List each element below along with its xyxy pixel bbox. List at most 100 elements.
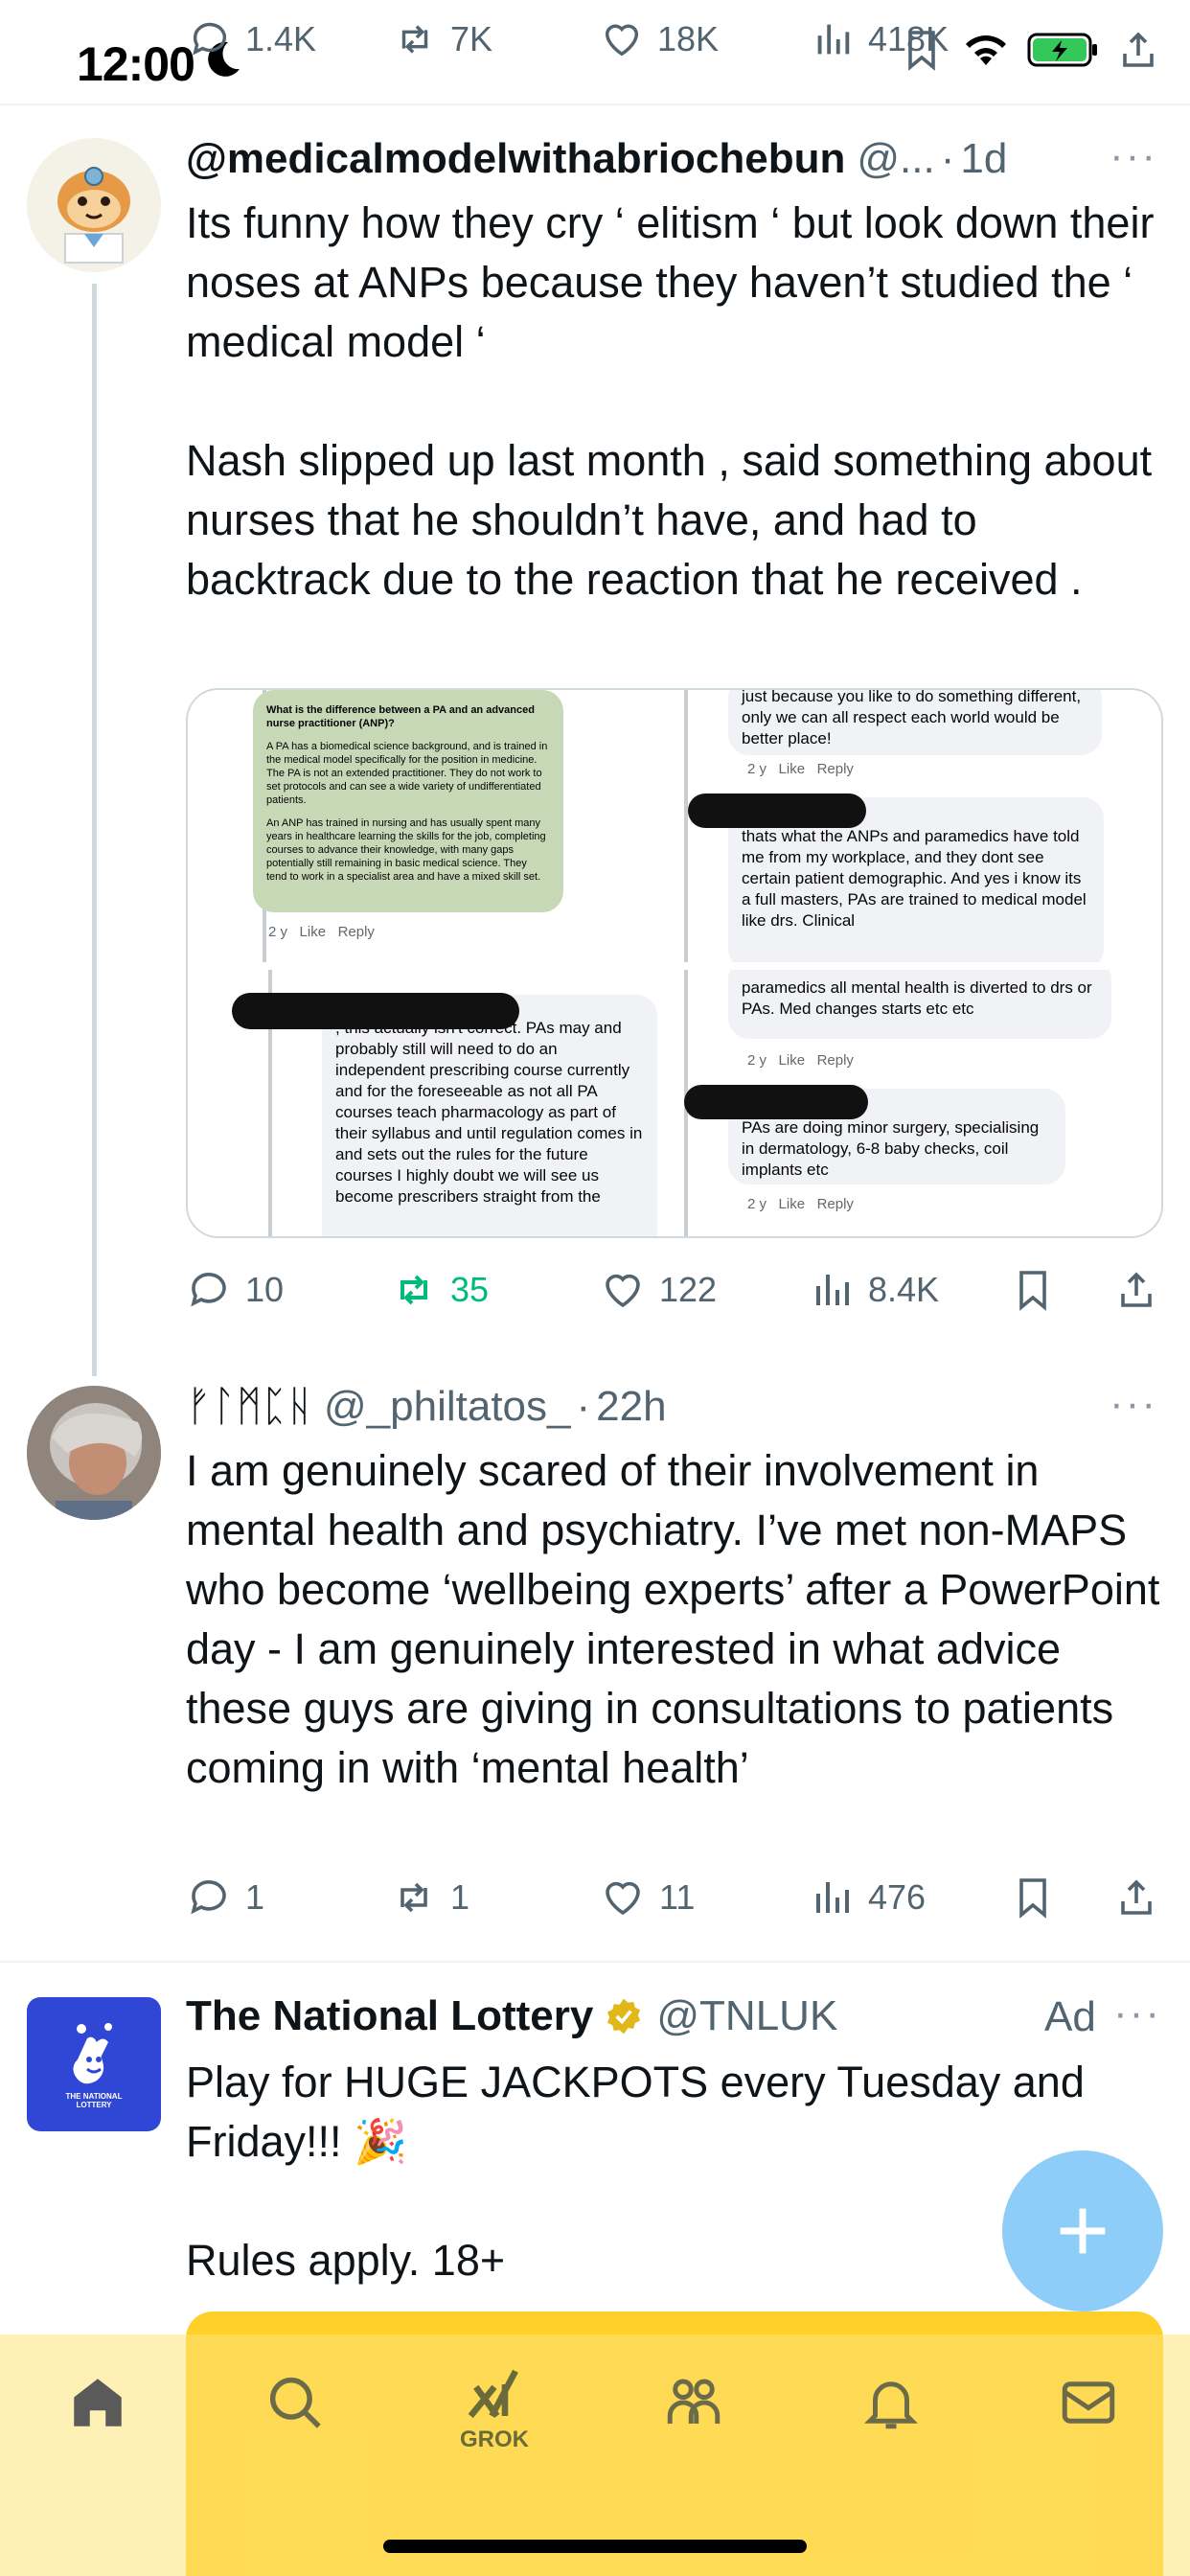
comment-age: 2 y — [747, 1052, 767, 1069]
display-name[interactable]: @medicalmodelwithabriochebun — [186, 132, 845, 186]
share-icon[interactable] — [1115, 27, 1161, 73]
more-options-icon[interactable]: ··· — [1110, 1380, 1157, 1428]
username[interactable]: @TNLUK — [656, 1990, 837, 2043]
tweet-card[interactable]: ᚠᛚᛗᛈᚺ @_philtatos_ · 22h ··· I am genuin… — [0, 1361, 1190, 1955]
views-button[interactable]: 476 — [809, 1874, 926, 1920]
reply-count: 10 — [245, 1270, 285, 1309]
top-like-count[interactable]: 18K — [600, 17, 719, 61]
bell-icon — [864, 2381, 918, 2429]
plus-icon — [1060, 2208, 1106, 2254]
comment-thread-line — [684, 690, 688, 962]
reply-button[interactable]: 10 — [186, 1267, 284, 1313]
promoted-tweet-card[interactable]: THE NATIONAL LOTTERY The National Lotter… — [0, 1965, 1190, 2329]
top-like-value: 18K — [657, 19, 720, 58]
bookmark-button[interactable] — [1010, 1874, 1056, 1920]
like-button[interactable]: 11 — [600, 1874, 695, 1920]
tweet-header: ᚠᛚᛗᛈᚺ @_philtatos_ · 22h — [186, 1380, 1163, 1434]
comment-meta: 2 y Like Reply — [747, 761, 854, 777]
tab-notifications[interactable] — [843, 2371, 939, 2467]
avatar[interactable]: THE NATIONAL LOTTERY — [27, 1997, 161, 2131]
reply-button[interactable]: 1 — [186, 1874, 264, 1920]
username[interactable]: @... — [857, 132, 934, 186]
communities-icon — [667, 2379, 721, 2424]
display-name[interactable]: The National Lottery — [186, 1990, 593, 2043]
reply-count: 1 — [245, 1877, 265, 1917]
bookmark-icon[interactable] — [899, 27, 945, 73]
tweet-media-grid[interactable]: What is the difference between a PA and … — [186, 688, 1163, 1238]
tab-grok[interactable]: GROK — [446, 2363, 542, 2459]
username[interactable]: @_philtatos_ — [324, 1380, 571, 1434]
repost-button[interactable]: 1 — [391, 1874, 469, 1920]
tab-messages[interactable] — [1041, 2371, 1136, 2467]
comment-age: 2 y — [747, 761, 767, 777]
tweet-card[interactable]: @medicalmodelwithabriochebun @... · 1d ·… — [0, 105, 1190, 1376]
tab-home[interactable] — [50, 2371, 146, 2467]
search-icon — [269, 2377, 321, 2428]
bookmark-icon — [1019, 1878, 1046, 1919]
repost-count: 1 — [450, 1877, 470, 1917]
share-button[interactable] — [1113, 1874, 1159, 1920]
like-count: 11 — [659, 1877, 696, 1917]
tweet-header: @medicalmodelwithabriochebun @... · 1d — [186, 132, 1163, 186]
comment-body: A PA has a biomedical science background… — [266, 741, 548, 806]
home-indicator — [383, 2540, 807, 2553]
redaction-mark — [684, 1085, 868, 1119]
avatar[interactable] — [27, 138, 161, 272]
tweet-header: The National Lottery @TNLUK — [186, 1990, 1163, 2043]
more-options-icon[interactable]: ··· — [1110, 132, 1157, 180]
media-image-3[interactable]: , this actually isn't correct. PAs may a… — [188, 970, 673, 1236]
top-repost-count[interactable]: 7K — [393, 17, 492, 61]
media-image-1[interactable]: What is the difference between a PA and … — [188, 690, 673, 962]
bookmark-button[interactable] — [1010, 1267, 1056, 1313]
heart-icon — [605, 24, 639, 57]
timestamp[interactable]: 22h — [596, 1380, 666, 1434]
like-button[interactable]: 122 — [600, 1267, 717, 1313]
header-divider — [0, 104, 1190, 105]
comment-meta: 2 y Like Reply — [268, 924, 375, 940]
tab-communities[interactable] — [646, 2371, 742, 2467]
repost-button[interactable]: 35 — [391, 1267, 489, 1313]
repost-icon — [400, 1275, 427, 1305]
crossed-fingers-icon — [73, 2023, 112, 2084]
view-count: 8.4K — [868, 1270, 940, 1309]
comment-bubble: paramedics all mental health is diverted… — [728, 970, 1111, 1039]
top-repost-value: 7K — [450, 19, 493, 58]
tweet-text: I am genuinely scared of their involveme… — [186, 1446, 1172, 1792]
heart-icon — [606, 1881, 640, 1916]
tab-search[interactable] — [247, 2371, 343, 2467]
profile-photo-icon — [27, 1386, 161, 1520]
brand-logo-text: THE NATIONAL LOTTERY — [65, 2092, 123, 2109]
more-options-icon[interactable]: ··· — [1113, 1990, 1161, 2037]
grok-icon — [468, 2369, 518, 2419]
views-button[interactable]: 8.4K — [809, 1267, 939, 1313]
avatar[interactable] — [27, 1386, 161, 1520]
media-image-4[interactable]: paramedics all mental health is diverted… — [680, 970, 1161, 1236]
verified-gold-badge-icon — [607, 1998, 641, 2035]
redaction-mark — [688, 794, 866, 828]
mail-icon — [1062, 2381, 1115, 2424]
ad-label: Ad — [1044, 1993, 1096, 2040]
wifi-icon — [966, 35, 1006, 65]
media-image-2[interactable]: just because you like to do something di… — [680, 690, 1161, 962]
like-count: 122 — [659, 1270, 718, 1309]
comment-bubble: , this actually isn't correct. PAs may a… — [322, 995, 657, 1236]
timestamp[interactable]: 1d — [960, 132, 1007, 186]
comment-title: What is the difference between a PA and … — [266, 704, 535, 729]
compose-button[interactable] — [1002, 2150, 1163, 2312]
share-icon — [1121, 1879, 1152, 1915]
comment-meta: 2 y Like Reply — [747, 1052, 854, 1069]
comment-age: 2 y — [268, 924, 288, 940]
dot-separator: · — [576, 1383, 591, 1430]
top-reply-count[interactable]: 1.4K — [188, 17, 316, 61]
comment-bubble: What is the difference between a PA and … — [253, 690, 563, 912]
views-icon — [817, 24, 850, 55]
home-icon — [74, 2379, 122, 2426]
comment-body: An ANP has trained in nursing and has us… — [266, 817, 546, 883]
reply-icon — [191, 1273, 226, 1307]
share-button[interactable] — [1113, 1267, 1159, 1313]
display-name[interactable]: ᚠᛚᛗᛈᚺ — [186, 1380, 312, 1434]
reply-icon — [193, 22, 227, 56]
tweet-actions: 1 1 11 476 — [186, 1869, 1163, 1926]
system-status-icons — [899, 27, 1161, 73]
comment-like: Like — [299, 924, 327, 940]
